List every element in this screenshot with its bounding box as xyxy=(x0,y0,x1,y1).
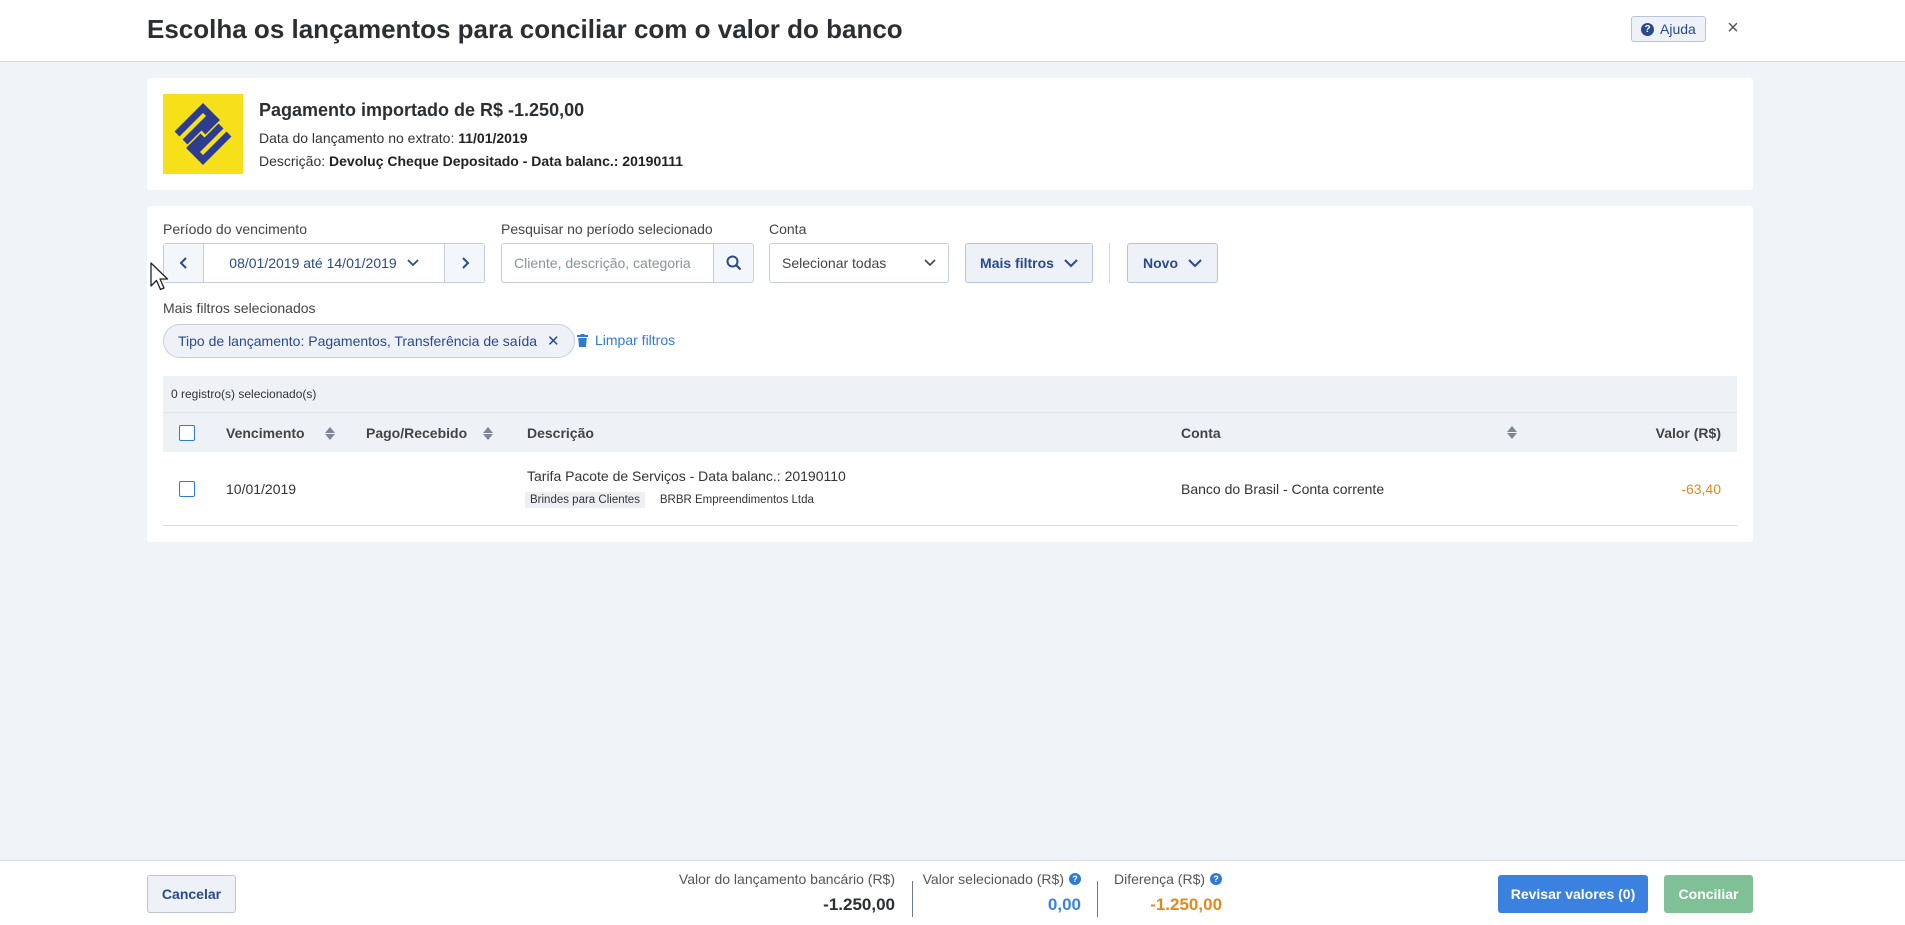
totals-divider xyxy=(1097,881,1098,917)
column-paid-label: Pago/Recebido xyxy=(366,425,468,441)
column-value-label: Valor (R$) xyxy=(1655,425,1721,441)
period-label: Período do vencimento xyxy=(163,221,307,237)
difference-value: -1.250,00 xyxy=(1150,895,1223,914)
import-date-value: 11/01/2019 xyxy=(458,130,528,146)
bank-value-total: Valor do lançamento bancário (R$) -1.250… xyxy=(679,871,895,915)
category-tag: Brindes para Clientes xyxy=(525,492,645,508)
selection-count-bar: 0 registro(s) selecionado(s) xyxy=(163,376,1737,412)
column-description: Descrição xyxy=(527,425,594,441)
new-button[interactable]: Novo xyxy=(1127,243,1218,283)
column-due[interactable]: Vencimento xyxy=(226,425,335,441)
import-desc-value: Devoluç Cheque Depositado - Data balanc.… xyxy=(329,153,684,169)
chevron-down-icon xyxy=(924,259,936,267)
table-header: Vencimento Pago/Recebido Descrição Conta… xyxy=(163,412,1737,452)
entries-card: Período do vencimento 08/01/2019 até 14/… xyxy=(147,206,1753,542)
contact-tag: BRBR Empreendimentos Ltda xyxy=(659,494,814,506)
import-date-label: Data do lançamento no extrato: xyxy=(259,130,455,146)
previous-period-button[interactable] xyxy=(164,244,204,282)
selected-value-total: Valor selecionado (R$) ? 0,00 xyxy=(923,871,1081,915)
row-description: Tarifa Pacote de Serviços - Data balanc.… xyxy=(527,468,846,484)
banco-do-brasil-logo-icon xyxy=(163,94,243,174)
help-icon[interactable]: ? xyxy=(1210,873,1223,885)
search-icon xyxy=(726,255,741,271)
more-filters-label: Mais filtros xyxy=(980,255,1054,271)
account-select[interactable]: Selecionar todas xyxy=(769,243,949,283)
clear-filters-label: Limpar filtros xyxy=(595,332,676,348)
bank-value-label: Valor do lançamento bancário (R$) xyxy=(678,871,895,887)
selected-value-label: Valor selecionado (R$) xyxy=(922,871,1064,887)
chevron-down-icon xyxy=(407,259,419,267)
bank-logo xyxy=(163,94,243,174)
row-checkbox[interactable] xyxy=(179,481,195,497)
trash-icon xyxy=(577,333,588,347)
remove-filter-icon[interactable]: ✕ xyxy=(547,332,560,350)
footer-bar: Cancelar Valor do lançamento bancário (R… xyxy=(0,860,1905,925)
reconcile-button[interactable]: Conciliar xyxy=(1664,875,1753,913)
selected-value: 0,00 xyxy=(1047,895,1081,914)
chevron-down-icon xyxy=(1188,258,1202,267)
selection-count: 0 registro(s) selecionado(s) xyxy=(171,387,317,401)
review-values-button[interactable]: Revisar valores (0) xyxy=(1498,875,1648,913)
chevron-right-icon xyxy=(461,257,469,269)
new-label: Novo xyxy=(1143,255,1178,271)
import-date-line: Data do lançamento no extrato: 11/01/201… xyxy=(259,130,528,146)
modal-header: Escolha os lançamentos para conciliar co… xyxy=(0,0,1905,62)
search-label: Pesquisar no período selecionado xyxy=(501,221,713,237)
next-period-button[interactable] xyxy=(444,244,484,282)
sort-icon[interactable] xyxy=(324,426,335,440)
filter-chip-label: Tipo de lançamento: Pagamentos, Transfer… xyxy=(178,333,538,349)
period-value: 08/01/2019 até 14/01/2019 xyxy=(229,255,397,271)
selected-filters-label: Mais filtros selecionados xyxy=(163,300,316,316)
column-value: Valor (R$) xyxy=(1656,425,1721,441)
import-desc-line: Descrição: Devoluç Cheque Depositado - D… xyxy=(259,153,683,169)
question-icon: ? xyxy=(1641,22,1654,36)
difference-total: Diferença (R$) ? -1.250,00 xyxy=(1114,871,1223,915)
imported-payment-card: Pagamento importado de R$ -1.250,00 Data… xyxy=(147,78,1753,190)
filter-chip: Tipo de lançamento: Pagamentos, Transfer… xyxy=(163,324,575,358)
chevron-left-icon xyxy=(179,257,187,269)
more-filters-button[interactable]: Mais filtros xyxy=(965,243,1093,283)
column-account-label: Conta xyxy=(1181,425,1221,441)
row-due-date: 10/01/2019 xyxy=(226,481,297,497)
row-account: Banco do Brasil - Conta corrente xyxy=(1181,481,1385,497)
totals-divider xyxy=(912,881,913,917)
period-dropdown[interactable]: 08/01/2019 até 14/01/2019 xyxy=(204,244,444,282)
bank-value: -1.250,00 xyxy=(823,895,895,914)
sort-icon[interactable] xyxy=(483,426,494,440)
chevron-down-icon xyxy=(1064,258,1078,267)
page-title: Escolha os lançamentos para conciliar co… xyxy=(147,14,903,44)
help-button[interactable]: ? Ajuda xyxy=(1631,16,1706,42)
column-description-label: Descrição xyxy=(527,425,594,441)
cancel-button[interactable]: Cancelar xyxy=(147,875,236,913)
period-selector: 08/01/2019 até 14/01/2019 xyxy=(163,243,485,283)
column-due-label: Vencimento xyxy=(226,425,305,441)
import-desc-label: Descrição: xyxy=(259,153,326,169)
help-icon[interactable]: ? xyxy=(1069,873,1081,885)
row-tags: Brindes para Clientes BRBR Empreendiment… xyxy=(525,490,825,508)
toolbar-divider xyxy=(1109,243,1110,283)
account-select-value: Selecionar todas xyxy=(782,255,887,271)
close-icon[interactable]: × xyxy=(1722,16,1744,40)
search-button[interactable] xyxy=(713,243,754,283)
row-value: -63,40 xyxy=(1681,481,1721,497)
column-account[interactable]: Conta xyxy=(1181,425,1221,441)
column-paid[interactable]: Pago/Recebido xyxy=(366,425,494,441)
select-all-checkbox[interactable] xyxy=(179,425,195,441)
clear-filters-link[interactable]: Limpar filtros xyxy=(577,332,675,348)
account-label: Conta xyxy=(769,221,807,237)
search-input[interactable] xyxy=(501,243,714,283)
mouse-cursor-icon xyxy=(150,262,169,291)
help-label: Ajuda xyxy=(1660,21,1696,37)
table-row[interactable]: 10/01/2019 Tarifa Pacote de Serviços - D… xyxy=(163,452,1737,526)
import-title: Pagamento importado de R$ -1.250,00 xyxy=(259,100,585,120)
difference-label: Diferença (R$) xyxy=(1114,871,1206,887)
sort-icon[interactable] xyxy=(1507,426,1517,439)
